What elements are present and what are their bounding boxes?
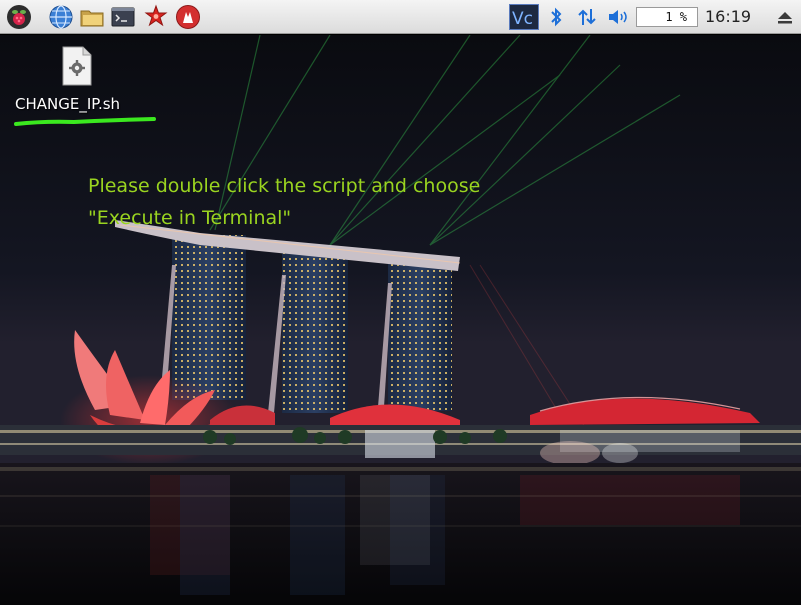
eject-icon[interactable] <box>772 4 798 30</box>
math-kernel-icon[interactable] <box>143 4 169 30</box>
taskbar: Vc 1 % 16:19 <box>0 0 801 34</box>
instruction-line-1: Please double click the script and choos… <box>88 175 481 197</box>
cpu-usage-value: 1 % <box>665 10 687 24</box>
terminal-icon[interactable] <box>110 4 136 30</box>
vnc-label: Vc <box>512 9 533 29</box>
cpu-usage-monitor[interactable]: 1 % <box>636 7 698 27</box>
desktop-file-change-ip[interactable]: CHANGE_IP.sh <box>10 43 160 126</box>
volume-icon[interactable] <box>605 4 631 30</box>
file-name-label[interactable]: CHANGE_IP.sh <box>15 95 120 113</box>
vnc-server-icon[interactable]: Vc <box>509 4 539 30</box>
file-manager-icon[interactable] <box>79 4 105 30</box>
instruction-line-2: "Execute in Terminal" <box>88 207 292 229</box>
bluetooth-icon[interactable] <box>543 4 569 30</box>
script-file-icon[interactable] <box>62 46 92 86</box>
desktop[interactable]: CHANGE_IP.sh Please double click the scr… <box>0 35 801 605</box>
clock[interactable]: 16:19 <box>705 7 761 27</box>
raspberry-menu-icon[interactable] <box>6 4 32 30</box>
wolfram-icon[interactable] <box>175 4 201 30</box>
instruction-text: Please double click the script and choos… <box>88 170 558 234</box>
web-browser-icon[interactable] <box>48 4 74 30</box>
network-icon[interactable] <box>574 4 600 30</box>
green-underline-annotation <box>14 117 156 126</box>
